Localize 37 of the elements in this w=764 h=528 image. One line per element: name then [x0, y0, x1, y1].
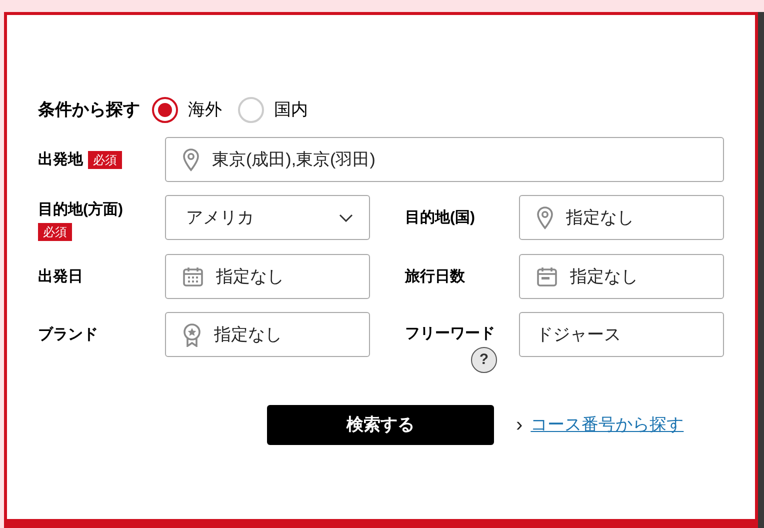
award-ribbon-icon: [182, 322, 202, 346]
radio-button[interactable]: [152, 97, 178, 123]
input-field[interactable]: 指定なし: [519, 195, 724, 240]
field-label: ブランド: [38, 324, 98, 344]
location-pin-icon: [536, 206, 554, 230]
section-title: 条件から探す: [38, 99, 140, 122]
field-value: 指定なし: [214, 324, 282, 346]
field-value: 指定なし: [566, 206, 634, 229]
dropdown[interactable]: アメリカ: [165, 195, 370, 240]
input-field[interactable]: 指定なし: [519, 254, 724, 299]
chevron-right-icon: ›: [516, 415, 523, 435]
help-icon[interactable]: ?: [471, 347, 497, 373]
chevron-down-icon: [339, 214, 353, 222]
input-field[interactable]: 東京(成田),東京(羽田): [165, 137, 724, 182]
calendar-icon: [536, 266, 558, 288]
field-value: アメリカ: [185, 206, 255, 229]
search-button[interactable]: 検索する: [267, 405, 494, 445]
field-label: 出発地: [38, 150, 83, 170]
field-value: ドジャース: [536, 324, 621, 346]
calendar-icon: [182, 266, 204, 288]
radio-option[interactable]: 国内: [238, 97, 308, 123]
field-value: 指定なし: [216, 266, 284, 288]
input-field[interactable]: ドジャース: [519, 312, 724, 357]
field-label: 旅行日数: [405, 266, 465, 286]
field-label: 目的地(国): [405, 208, 475, 228]
radio-option[interactable]: 海外: [152, 97, 222, 123]
field-label: 出発日: [38, 266, 83, 286]
location-pin-icon: [182, 148, 200, 172]
input-field[interactable]: 指定なし: [165, 312, 370, 357]
required-badge: 必須: [38, 223, 72, 241]
field-value: 指定なし: [570, 266, 638, 288]
input-field[interactable]: 指定なし: [165, 254, 370, 299]
field-label: 目的地(方面): [38, 200, 123, 220]
course-number-link[interactable]: コース番号から探す: [530, 412, 684, 438]
field-value: 東京(成田),東京(羽田): [212, 148, 376, 171]
field-label: フリーワード: [405, 324, 495, 344]
required-badge: 必須: [88, 150, 122, 168]
